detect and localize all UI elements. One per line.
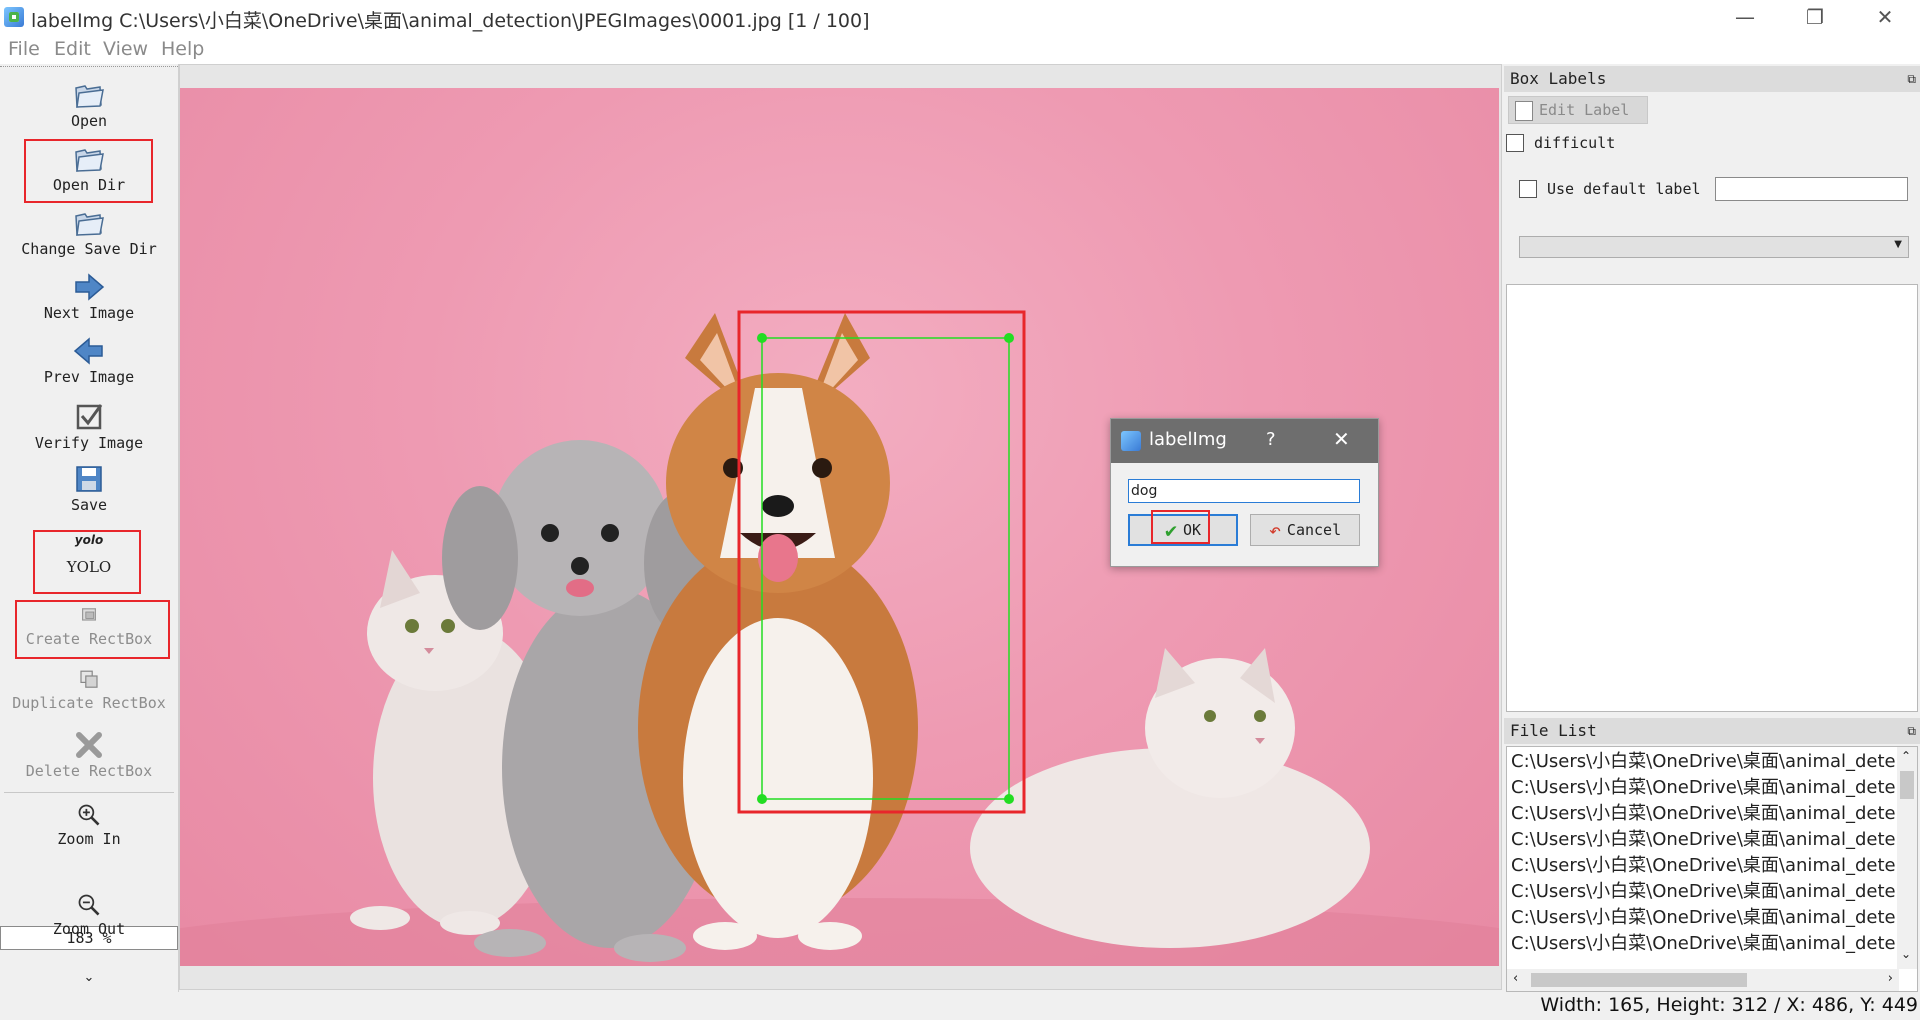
scroll-thumb[interactable] (1900, 771, 1914, 799)
verify-image-button[interactable]: Verify Image (0, 402, 178, 452)
undock-icon[interactable]: ⧉ (1907, 718, 1916, 744)
vertical-scrollbar[interactable]: ⌃ ⌄ (1897, 747, 1917, 969)
edit-label-button[interactable]: Edit Label (1508, 96, 1648, 124)
scroll-right-icon[interactable]: › (1888, 971, 1893, 986)
edit-pencil-icon (1515, 101, 1533, 121)
cat-right-figure (970, 648, 1370, 948)
open-button[interactable]: Open (0, 80, 178, 130)
floppy-disk-icon (76, 466, 102, 492)
title-bar: labelImg C:\Users\小白菜\OneDrive\桌面\animal… (0, 0, 1920, 34)
highlight-yolo (33, 530, 141, 594)
horizontal-scrollbar[interactable]: ‹ › (1507, 969, 1899, 991)
highlight-open-dir (24, 139, 153, 203)
checkbox-checked-icon (76, 404, 103, 430)
undo-arrow-icon: ↶ (1268, 518, 1281, 542)
file-list-header: File List ⧉ (1504, 718, 1920, 744)
bbox-handle (1004, 333, 1014, 343)
scroll-down-icon[interactable]: ⌄ (1901, 947, 1911, 961)
file-list[interactable]: C:\Users\小白菜\OneDrive\桌面\animal_detec C:\… (1506, 746, 1918, 992)
dropdown-arrow-icon: ▼ (1894, 239, 1902, 250)
scroll-left-icon[interactable]: ‹ (1513, 971, 1518, 986)
difficult-checkbox[interactable] (1506, 134, 1524, 152)
status-text: Width: 165, Height: 312 / X: 486, Y: 449 (1540, 994, 1918, 1016)
file-list-item[interactable]: C:\Users\小白菜\OneDrive\桌面\animal_detec (1511, 775, 1895, 801)
delete-x-icon (76, 732, 102, 758)
bbox-handle (757, 333, 767, 343)
zoom-out-icon (78, 894, 100, 916)
toolbar-grip[interactable] (0, 66, 178, 69)
arrow-right-icon (75, 273, 105, 301)
window-title: labelImg C:\Users\小白菜\OneDrive\桌面\animal… (31, 10, 870, 32)
label-input[interactable]: dog (1128, 479, 1360, 503)
menu-bar: File Edit View Help (0, 34, 1920, 64)
dialog-title-bar: labelImg ? ✕ (1111, 419, 1378, 463)
use-default-label-text: Use default label (1547, 180, 1701, 198)
toolbar-more-icon[interactable]: ⌄ (0, 970, 178, 985)
bbox-handle (1004, 794, 1014, 804)
dialog-close-button[interactable]: ✕ (1333, 427, 1350, 451)
duplicate-rectbox-button[interactable]: Duplicate RectBox (0, 668, 178, 712)
use-default-label-checkbox[interactable] (1519, 180, 1537, 198)
scroll-up-icon[interactable]: ⌃ (1901, 749, 1911, 763)
file-list-item[interactable]: C:\Users\小白菜\OneDrive\桌面\animal_detec (1511, 853, 1895, 879)
highlight-ok (1151, 510, 1210, 544)
menu-file[interactable]: File (8, 38, 40, 60)
zoom-out-button[interactable]: Zoom Out (0, 892, 178, 938)
right-dock: Box Labels ⧉ Edit Label difficult Use de… (1504, 64, 1920, 992)
menu-help[interactable]: Help (161, 38, 204, 60)
folder-open-icon (75, 85, 104, 108)
label-list[interactable] (1506, 284, 1918, 712)
corgi-figure (638, 313, 918, 950)
maximize-button[interactable]: ❐ (1780, 0, 1850, 34)
zoom-in-button[interactable]: Zoom In (0, 802, 178, 848)
status-bar: Width: 165, Height: 312 / X: 486, Y: 449 (0, 992, 1920, 1020)
label-combobox[interactable]: ▼ (1519, 236, 1909, 258)
app-icon (1121, 431, 1141, 451)
file-list-item[interactable]: C:\Users\小白菜\OneDrive\桌面\animal_detec (1511, 749, 1895, 775)
bbox-handle (757, 794, 767, 804)
file-list-item[interactable]: C:\Users\小白菜\OneDrive\桌面\animal_detec (1511, 879, 1895, 905)
duplicate-icon (80, 670, 98, 688)
dialog-title: labelImg (1149, 429, 1227, 450)
box-labels-header: Box Labels ⧉ (1504, 66, 1920, 92)
file-list-title: File List (1510, 721, 1597, 740)
folder-open-icon (75, 213, 104, 236)
app-icon (4, 7, 24, 27)
file-list-item[interactable]: C:\Users\小白菜\OneDrive\桌面\animal_detec (1511, 827, 1895, 853)
minimize-button[interactable]: — (1710, 0, 1780, 34)
undock-icon[interactable]: ⧉ (1907, 66, 1916, 92)
dialog-help-button[interactable]: ? (1266, 429, 1276, 450)
next-image-button[interactable]: Next Image (0, 272, 178, 322)
close-window-button[interactable]: ✕ (1850, 0, 1920, 34)
toolbar-separator (4, 792, 174, 793)
file-list-item[interactable]: C:\Users\小白菜\OneDrive\桌面\animal_detec (1511, 905, 1895, 931)
zoom-in-icon (78, 804, 100, 826)
menu-edit[interactable]: Edit (54, 38, 91, 60)
delete-rectbox-button[interactable]: Delete RectBox (0, 730, 178, 780)
label-dialog: labelImg ? ✕ dog ✔ OK ↶ Cancel (1110, 418, 1379, 567)
save-button[interactable]: Save (0, 464, 178, 514)
difficult-label: difficult (1534, 134, 1616, 152)
change-save-dir-button[interactable]: Change Save Dir (0, 208, 178, 258)
toolbar: Open Open Dir Change Save Dir Next Image… (0, 64, 179, 992)
menu-view[interactable]: View (103, 38, 148, 60)
box-labels-title: Box Labels (1510, 69, 1607, 88)
default-label-input[interactable] (1715, 177, 1908, 201)
file-list-item[interactable]: C:\Users\小白菜\OneDrive\桌面\animal_detec (1511, 801, 1895, 827)
arrow-left-icon (73, 337, 103, 365)
cancel-button[interactable]: ↶ Cancel (1250, 514, 1360, 546)
hscroll-thumb[interactable] (1531, 973, 1747, 987)
prev-image-button[interactable]: Prev Image (0, 336, 178, 386)
highlight-create-rectbox (15, 600, 170, 659)
file-list-item[interactable]: C:\Users\小白菜\OneDrive\桌面\animal_detec (1511, 931, 1895, 957)
